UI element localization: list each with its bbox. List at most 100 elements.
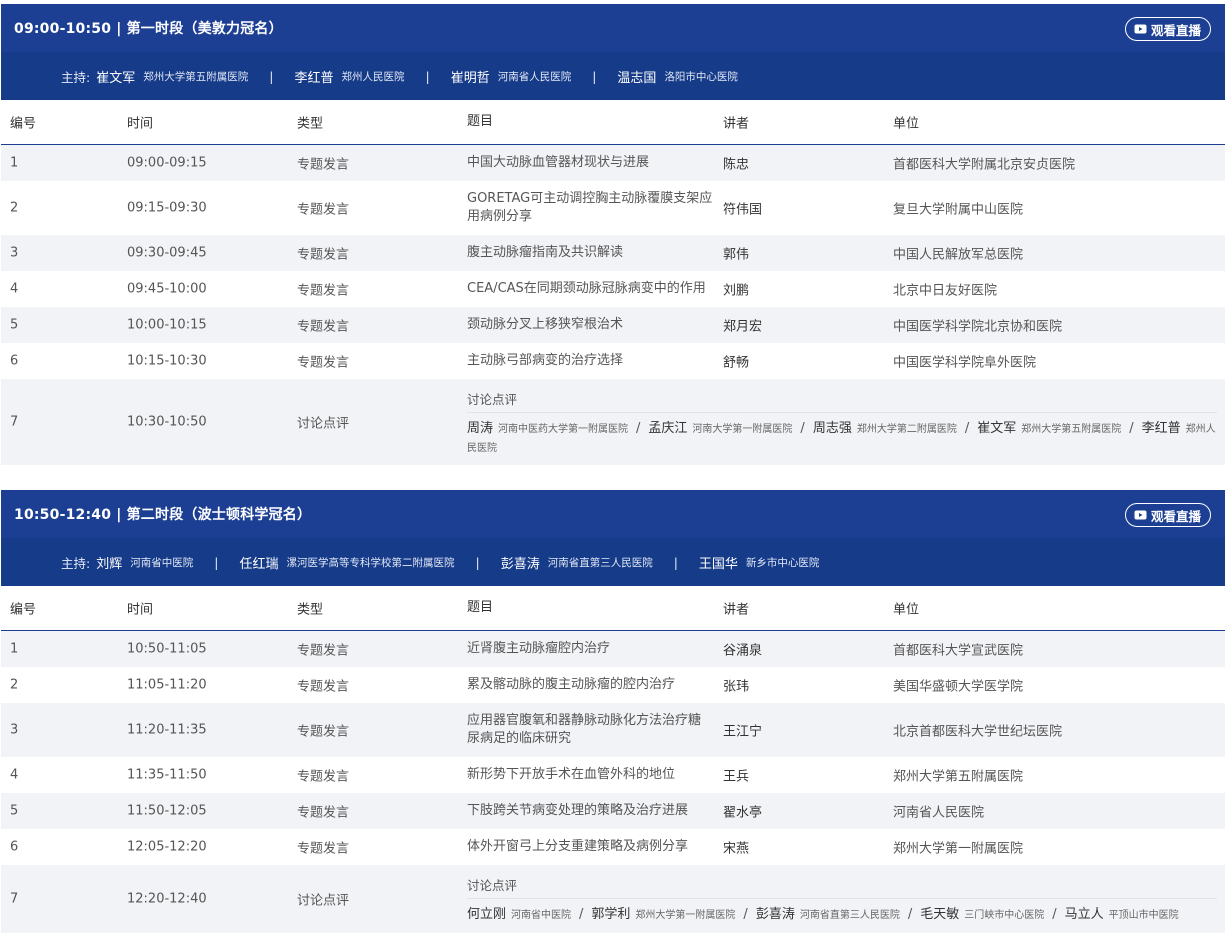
discussion-people: 周涛 河南中医药大学第一附属医院 / 孟庆江 河南大学第一附属医院 / 周志强 郑州大学第二附… <box>467 420 1217 458</box>
row-type: 专题发言 <box>297 769 350 785</box>
host-separator: | <box>269 68 274 84</box>
column-header-no: 编号 <box>10 116 37 132</box>
table-header: 编号 时间 类型 题目 讲者 单位 <box>1 100 1225 145</box>
row-time: 10:15-10:30 <box>127 353 207 369</box>
row-unit: 中国人民解放军总医院 <box>893 247 1024 263</box>
row-time: 09:30-09:45 <box>127 245 207 261</box>
row-type: 专题发言 <box>297 679 350 695</box>
row-time: 09:15-09:30 <box>127 200 207 216</box>
host-unit: 新乡市中心医院 <box>745 556 820 569</box>
host-label: 主持: <box>61 69 91 85</box>
column-header-unit: 单位 <box>893 602 920 618</box>
host-separator: | <box>214 554 219 570</box>
session-title: 10:50-12:40 | 第二时段（波士顿科学冠名） <box>14 507 312 523</box>
panelist-name: 李红普 <box>1141 421 1181 436</box>
panelist-unit: 河南省直第三人民医院 <box>799 910 900 921</box>
panelist-name: 周涛 <box>467 421 494 436</box>
divider <box>467 412 1217 413</box>
panelist-separator: / <box>800 421 805 436</box>
row-topic: 新形势下开放手术在血管外科的地位 <box>467 767 676 782</box>
column-header-unit: 单位 <box>893 116 920 132</box>
row-topic: 体外开窗弓上分支重建策略及病例分享 <box>467 839 689 854</box>
host-separator: | <box>475 554 480 570</box>
panelist-name: 孟庆江 <box>648 421 688 436</box>
row-time: 10:30-10:50 <box>127 414 207 430</box>
row-speaker: 宋燕 <box>723 841 750 857</box>
row-speaker: 郭伟 <box>723 247 750 263</box>
host-name: 王国华 <box>698 556 738 572</box>
panelist-unit: 河南中医药大学第一附属医院 <box>498 424 629 435</box>
table-row: 5 11:50-12:05 专题发言 下肢跨关节病变处理的策略及治疗进展 翟水亭… <box>1 793 1225 829</box>
panelist-separator: / <box>907 907 913 922</box>
host-name: 李红普 <box>294 70 334 86</box>
table-row: 2 11:05-11:20 专题发言 累及髂动脉的腹主动脉瘤的腔内治疗 张玮 美… <box>1 667 1225 703</box>
column-header-topic: 题目 <box>467 114 494 129</box>
session-header: 10:50-12:40 | 第二时段（波士顿科学冠名） 观看直播 <box>1 490 1225 538</box>
hosts-bar: 主持: 刘辉 河南省中医院 | 任红瑞 漯河医学高等专科学校第二附属医院 | 彭… <box>1 538 1225 586</box>
row-speaker: 王兵 <box>723 769 750 785</box>
discussion-people: 何立刚 河南省中医院 / 郭学利 郑州大学第一附属医院 / 彭喜涛 河南省直第三人民医院 / 毛天… <box>467 906 1217 925</box>
row-no: 3 <box>10 245 19 261</box>
hosts-bar: 主持: 崔文军 郑州大学第五附属医院 | 李红普 郑州人民医院 | 崔明哲 河南… <box>1 52 1225 100</box>
watch-live-button[interactable]: 观看直播 <box>1124 17 1211 41</box>
panelist-name: 彭喜涛 <box>755 907 795 922</box>
row-no: 7 <box>10 891 19 907</box>
host-name: 温志国 <box>617 70 657 86</box>
row-unit: 复旦大学附属中山医院 <box>893 202 1024 218</box>
row-type: 专题发言 <box>297 805 350 821</box>
host-name: 崔明哲 <box>450 70 490 86</box>
row-no: 4 <box>10 767 19 783</box>
column-header-speaker: 讲者 <box>723 116 750 132</box>
panelist-unit: 平顶山市中医院 <box>1108 910 1179 921</box>
panelist-separator: / <box>1129 421 1134 436</box>
panelist-name: 郭学利 <box>591 907 631 922</box>
row-time: 11:20-11:35 <box>127 722 207 738</box>
panelist-separator: / <box>579 907 584 922</box>
host-name: 任红瑞 <box>239 556 279 572</box>
row-no: 5 <box>10 803 19 819</box>
discussion-label: 讨论点评 <box>467 392 518 407</box>
play-icon <box>1134 24 1147 34</box>
row-topic: 主动脉弓部病变的治疗选择 <box>467 353 624 368</box>
row-type: 专题发言 <box>297 247 350 263</box>
row-topic: 颈动脉分叉上移狭窄根治术 <box>467 317 624 332</box>
row-type: 专题发言 <box>297 643 350 659</box>
row-unit: 郑州大学第五附属医院 <box>893 769 1024 785</box>
row-type: 专题发言 <box>297 355 350 371</box>
row-speaker: 舒畅 <box>723 355 750 371</box>
row-topic: 近肾腹主动脉瘤腔内治疗 <box>467 641 611 656</box>
row-type: 专题发言 <box>297 202 350 218</box>
row-speaker: 郑月宏 <box>723 319 763 335</box>
panelist-unit: 河南大学第一附属医院 <box>692 424 793 435</box>
row-no: 3 <box>10 722 19 738</box>
row-type: 讨论点评 <box>297 416 350 432</box>
host-separator: | <box>425 68 430 84</box>
watch-live-button[interactable]: 观看直播 <box>1124 503 1211 527</box>
host-unit: 洛阳市中心医院 <box>664 70 738 83</box>
row-no: 5 <box>10 317 19 333</box>
row-speaker: 谷涌泉 <box>723 643 763 659</box>
panelist-unit: 郑州大学第一附属医院 <box>635 910 736 921</box>
row-type: 专题发言 <box>297 283 350 299</box>
table-header: 编号 时间 类型 题目 讲者 单位 <box>1 586 1225 631</box>
row-time: 11:05-11:20 <box>127 677 207 693</box>
row-unit: 河南省人民医院 <box>893 805 985 821</box>
column-header-type: 类型 <box>297 116 324 132</box>
row-time: 11:35-11:50 <box>127 767 207 783</box>
panelist-unit: 三门峡市中心医院 <box>964 910 1045 921</box>
row-time: 09:45-10:00 <box>127 281 207 297</box>
row-type: 专题发言 <box>297 724 350 740</box>
row-no: 2 <box>10 200 19 216</box>
column-header-time: 时间 <box>127 602 154 618</box>
panelist-unit: 郑州大学第五附属医院 <box>1021 424 1122 435</box>
row-unit: 中国医学科学院阜外医院 <box>893 355 1037 371</box>
table-row: 1 09:00-09:15 专题发言 中国大动脉血管器材现状与进展 陈忠 首都医… <box>1 145 1225 181</box>
host-name: 崔文军 <box>96 70 136 86</box>
row-type: 专题发言 <box>297 841 350 857</box>
discussion-block: 讨论点评 何立刚 河南省中医院 / 郭学利 郑州大学第一附属医院 / 彭喜涛 河南省直第三人民… <box>467 865 1217 933</box>
column-header-time: 时间 <box>127 116 154 132</box>
row-speaker: 王江宁 <box>723 724 763 740</box>
discussion-label: 讨论点评 <box>467 878 518 893</box>
row-topic: 应用器官腹氧和器静脉动脉化方法治疗糖尿病足的临床研究 <box>467 713 702 746</box>
column-header-type: 类型 <box>297 602 324 618</box>
